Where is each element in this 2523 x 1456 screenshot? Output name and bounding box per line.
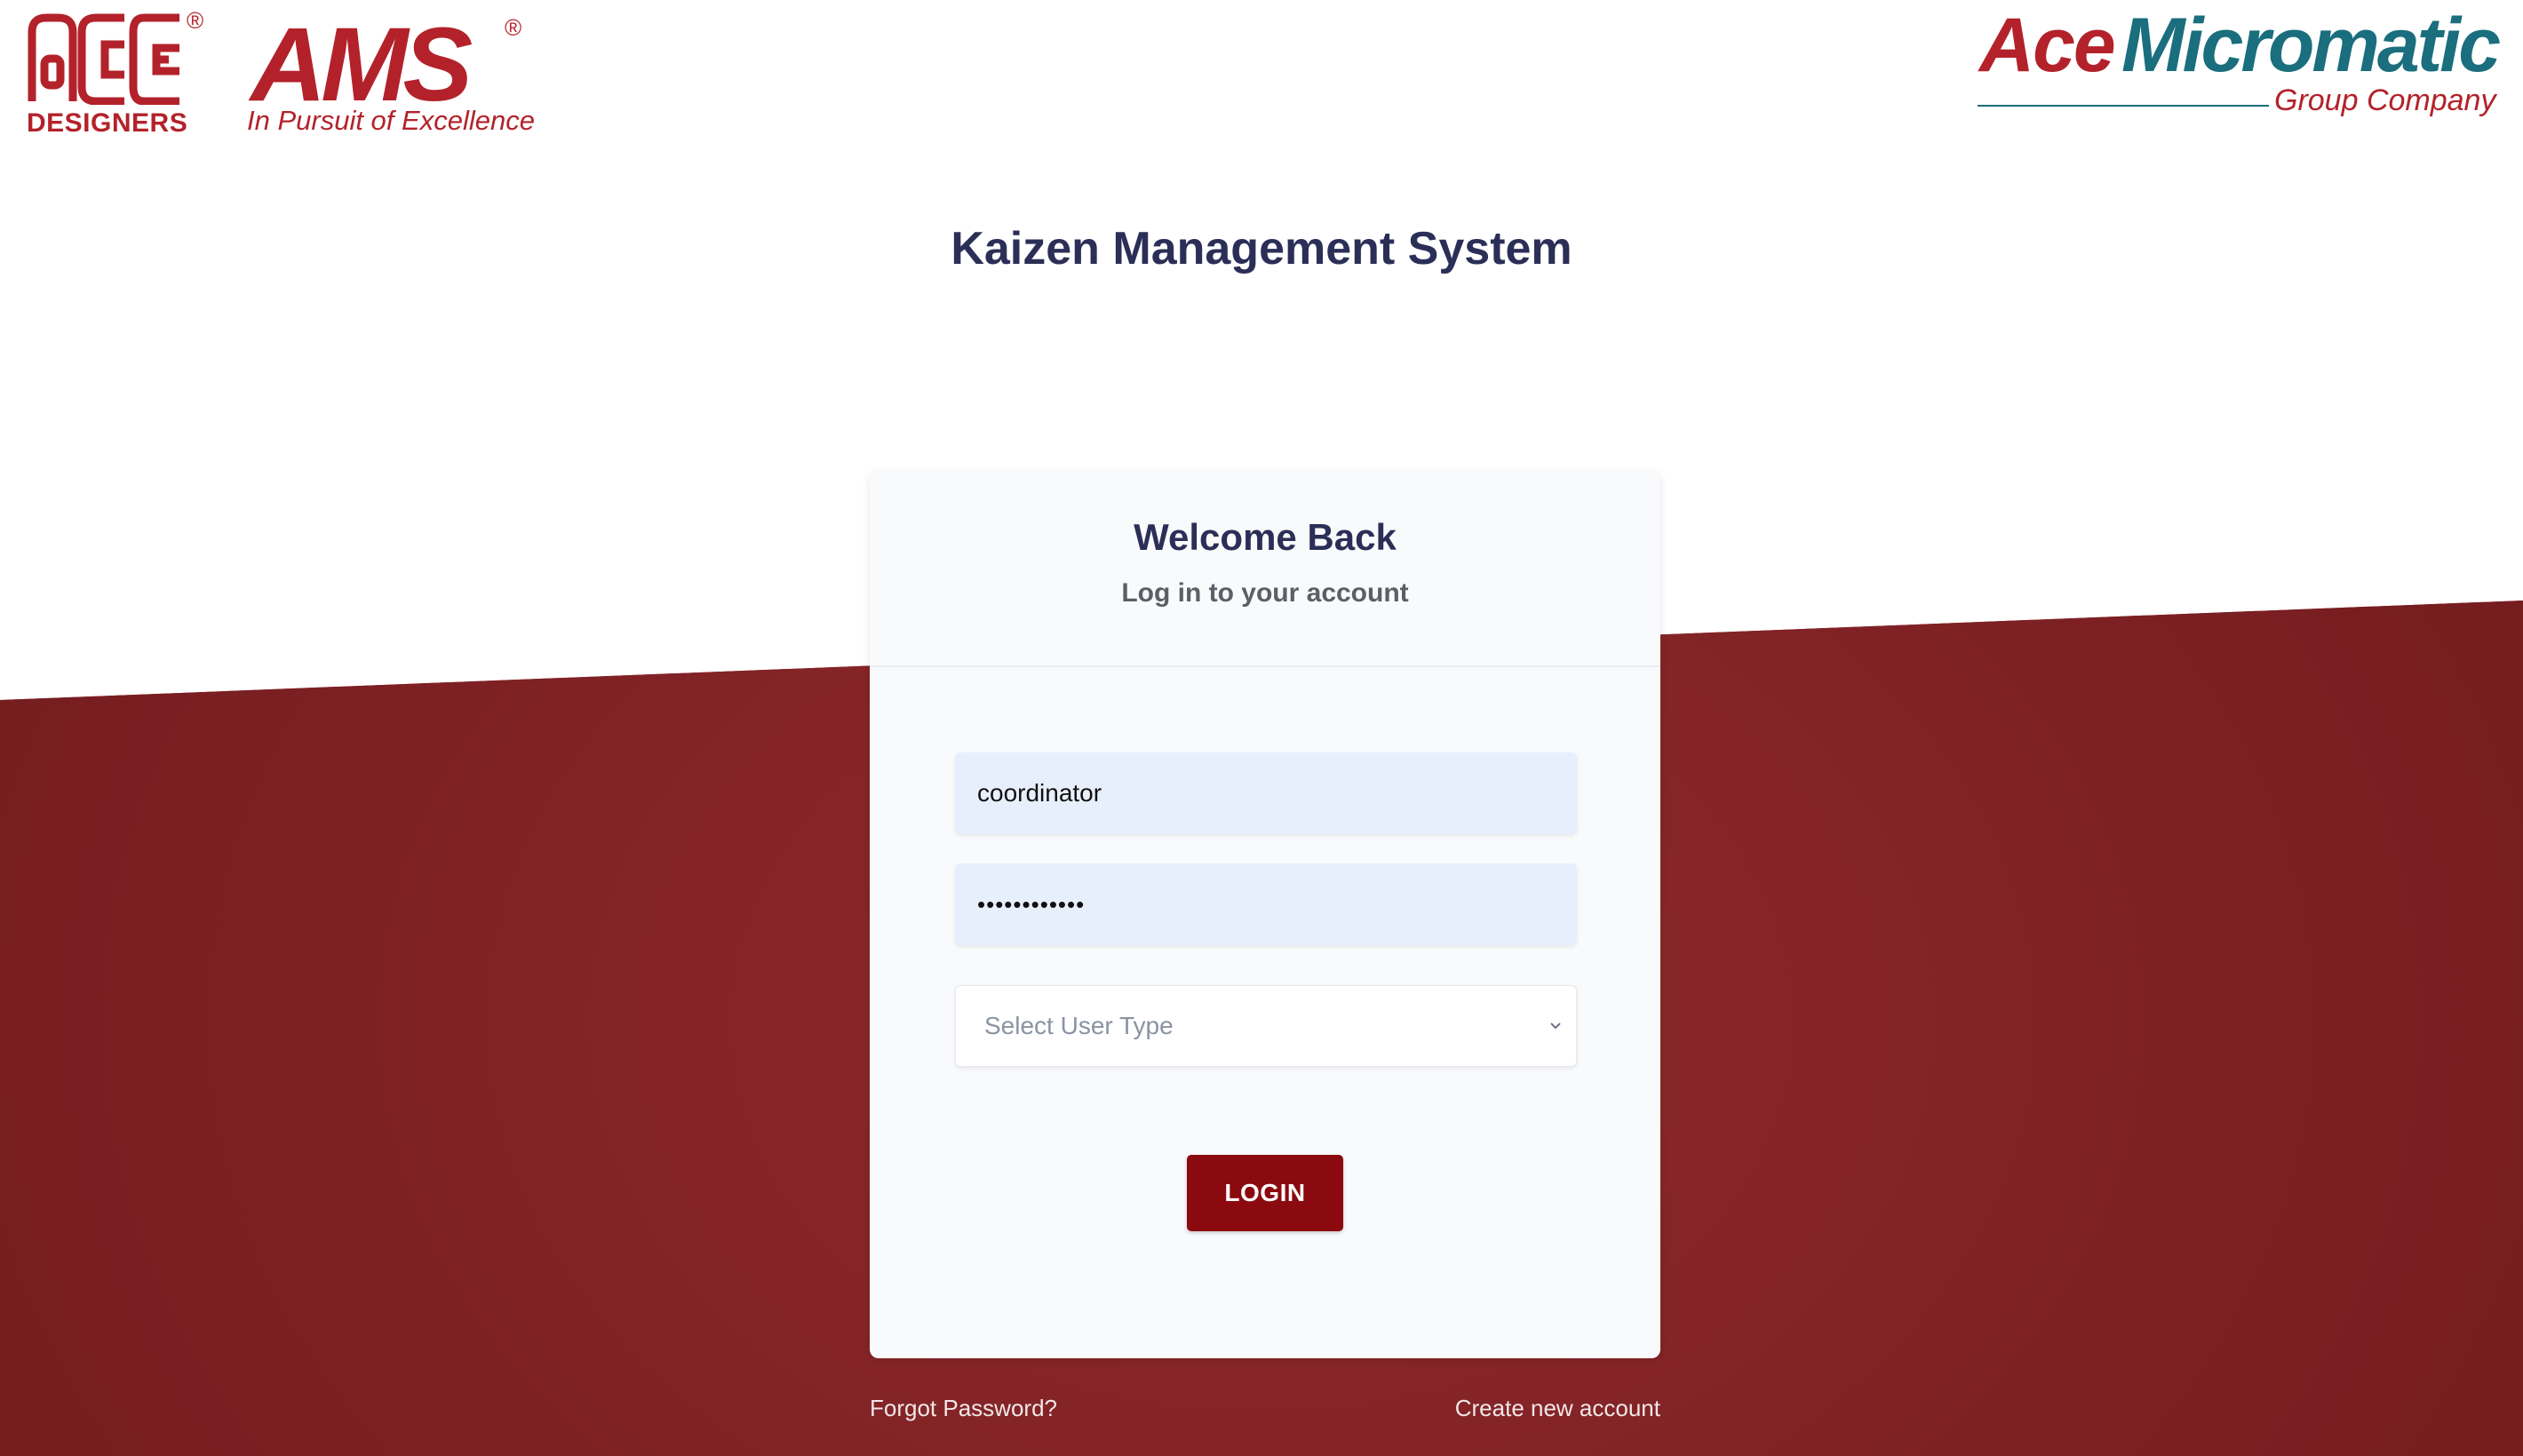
welcome-heading: Welcome Back	[1134, 516, 1397, 558]
ams-wordmark: AMS	[251, 6, 473, 123]
username-input[interactable]: coordinator	[955, 752, 1577, 834]
forgot-password-link[interactable]: Forgot Password?	[870, 1395, 1057, 1422]
ams-logo: AMS ® In Pursuit of Excellence	[245, 6, 535, 146]
ams-registered-mark: ®	[505, 14, 522, 41]
login-page: ® DESIGNERS AMS ® In Pursuit of Excellen…	[0, 0, 2523, 1456]
ace-registered-mark: ®	[187, 7, 204, 34]
chevron-down-icon	[1550, 1022, 1561, 1030]
user-type-placeholder: Select User Type	[984, 1012, 1174, 1039]
micromatic-word: Micromatic	[2121, 3, 2501, 88]
group-company-label: Group Company	[2274, 84, 2496, 117]
ace-designers-logo: ® DESIGNERS	[27, 7, 213, 146]
ace-micromatic-logo: Ace Micromatic Group Company	[1972, 7, 2523, 123]
micromatic-ace-word: Ace	[1979, 3, 2116, 88]
user-type-select[interactable]: Select User Type	[955, 985, 1577, 1067]
login-button[interactable]: LOGIN	[1187, 1155, 1343, 1231]
password-input[interactable]: ••••••••••••	[955, 863, 1577, 945]
login-subtitle: Log in to your account	[1121, 578, 1409, 608]
ace-designers-label: DESIGNERS	[27, 108, 188, 138]
ams-tagline: In Pursuit of Excellence	[247, 105, 535, 136]
create-account-link[interactable]: Create new account	[1455, 1395, 1660, 1422]
ace-mark-icon	[28, 13, 179, 106]
micromatic-underline	[1978, 105, 2269, 107]
login-card-header: Welcome Back Log in to your account	[870, 472, 1660, 667]
page-title: Kaizen Management System	[951, 223, 1572, 274]
login-card: Welcome Back Log in to your account coor…	[870, 472, 1660, 1358]
